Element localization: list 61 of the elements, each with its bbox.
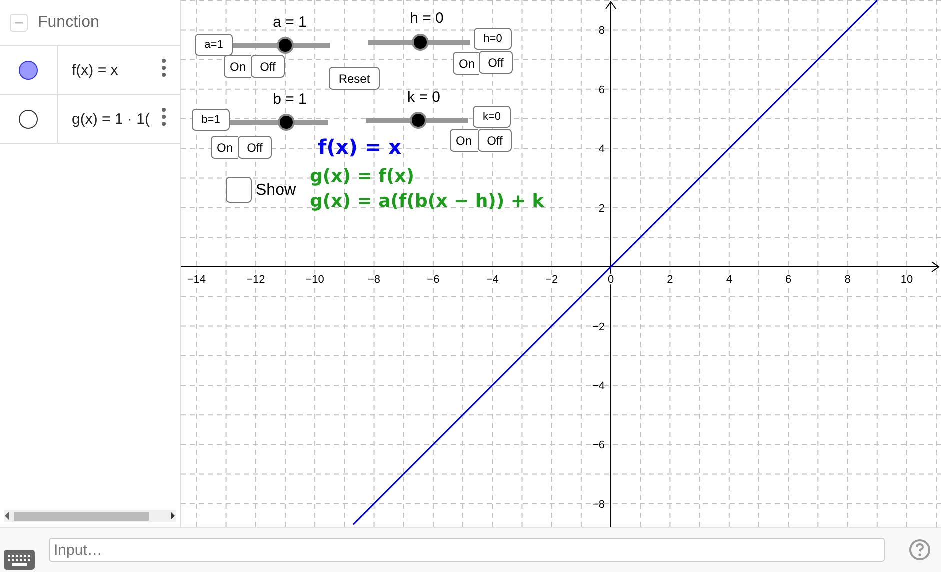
help-icon[interactable]: [909, 539, 931, 561]
slider-label: k = 0: [408, 89, 440, 106]
y-tick-label: 4: [598, 144, 606, 156]
toggle-button[interactable]: Off: [251, 55, 285, 78]
x-tick-label: −14: [187, 274, 206, 286]
checkbox-label: Show: [256, 182, 296, 200]
x-tick-label: −6: [427, 274, 440, 286]
x-tick-label: 6: [786, 274, 792, 286]
y-tick-label: −4: [592, 380, 606, 392]
algebra-expression[interactable]: g(x) = 1 · 1(: [58, 110, 160, 128]
formula-text: f(x) = x: [318, 135, 402, 159]
horizontal-scrollbar[interactable]: [4, 510, 176, 522]
slider-thumb[interactable]: [412, 34, 429, 51]
more-options-icon[interactable]: [161, 58, 167, 78]
y-tick-label: −6: [592, 440, 606, 452]
toggle-button[interactable]: On: [224, 55, 251, 78]
input-field[interactable]: Input…: [49, 538, 885, 562]
visibility-toggle[interactable]: [19, 60, 38, 80]
group-header: Function: [38, 14, 100, 32]
toggle-button[interactable]: Off: [238, 136, 272, 159]
y-tick-label: −8: [592, 498, 606, 511]
toggle-button[interactable]: On: [453, 52, 479, 75]
x-tick-label: −8: [368, 274, 381, 286]
slider-thumb[interactable]: [276, 37, 294, 54]
x-tick-label: 2: [667, 274, 674, 286]
y-tick-label: 8: [598, 25, 606, 38]
scroll-right-icon[interactable]: [170, 512, 176, 520]
y-tick-label: 2: [598, 202, 606, 215]
value-input-box[interactable]: h=0: [474, 28, 512, 50]
slider-thumb[interactable]: [410, 112, 427, 129]
value-input-box[interactable]: a=1: [195, 34, 233, 56]
show-checkbox[interactable]: [226, 177, 252, 203]
slider-label: a = 1: [273, 14, 307, 31]
algebra-expression[interactable]: f(x) = x: [58, 62, 160, 78]
y-tick-label: 6: [598, 84, 606, 96]
more-options-icon[interactable]: [161, 107, 167, 127]
toggle-button[interactable]: On: [211, 136, 238, 159]
visibility-toggle[interactable]: [19, 110, 38, 128]
x-tick-label: −12: [246, 274, 266, 286]
scrollbar-thumb[interactable]: [14, 512, 149, 520]
formula-text: g(x) = a(f(b(x − h)) + k: [310, 191, 544, 212]
formula-text: g(x) = f(x): [310, 166, 414, 187]
x-tick-label: −10: [306, 274, 324, 286]
x-tick-label: −4: [486, 274, 499, 286]
x-tick-label: −2: [546, 274, 558, 286]
collapse-toggle[interactable]: [10, 14, 28, 32]
toggle-button[interactable]: Off: [479, 51, 513, 74]
y-tick-label: −2: [592, 321, 606, 334]
scroll-left-icon[interactable]: [4, 512, 10, 520]
x-tick-label: 4: [726, 274, 732, 286]
slider-thumb[interactable]: [278, 114, 294, 131]
slider-label: b = 1: [273, 91, 307, 108]
slider-label: h = 0: [410, 10, 444, 27]
value-input-box[interactable]: k=0: [473, 106, 511, 128]
toggle-button[interactable]: Off: [478, 129, 512, 152]
value-input-box[interactable]: b=1: [192, 109, 230, 131]
keyboard-icon[interactable]: [4, 550, 35, 570]
x-tick-label: 10: [900, 274, 914, 286]
reset-button[interactable]: Reset: [329, 67, 380, 90]
toggle-button[interactable]: On: [450, 129, 478, 152]
x-tick-label: 8: [844, 274, 851, 286]
